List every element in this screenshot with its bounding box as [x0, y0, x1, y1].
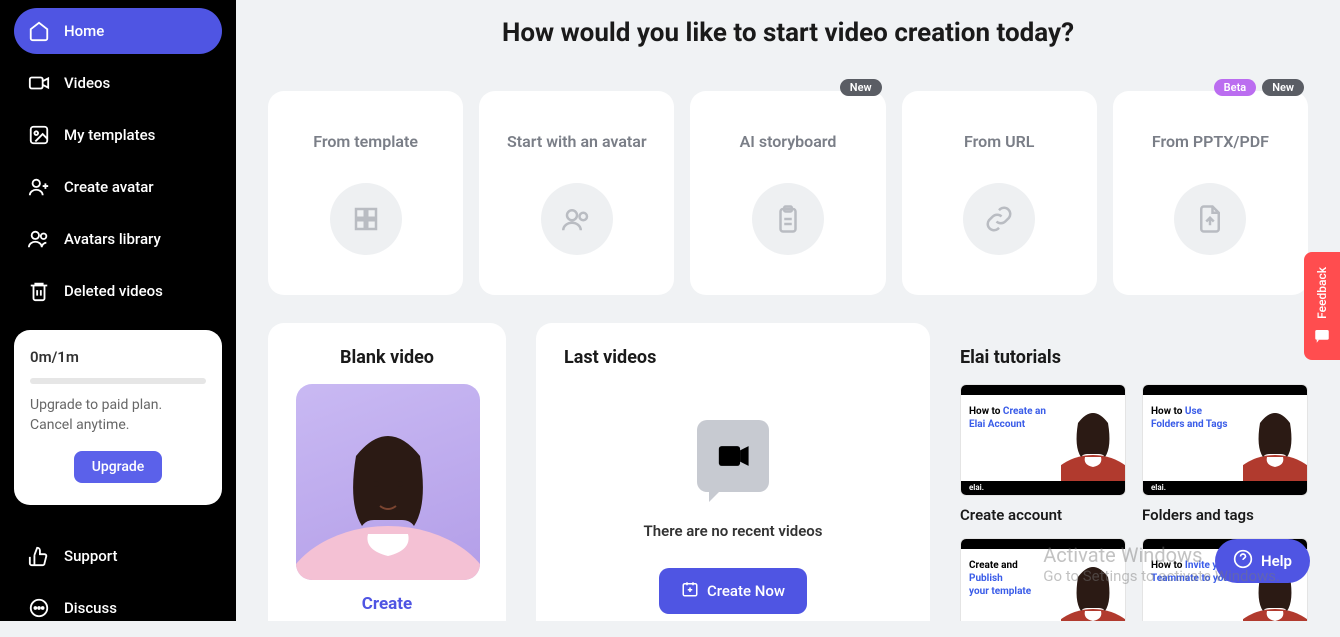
- nav-label: Create avatar: [64, 178, 154, 196]
- tutorial-thumbnail: How to Create anElai Account elai.: [960, 384, 1126, 496]
- usage-card: 0m/1m Upgrade to paid plan. Cancel anyti…: [14, 330, 222, 505]
- create-option-grid[interactable]: From template: [268, 91, 463, 295]
- blank-create-link[interactable]: Create: [296, 594, 478, 614]
- blank-video-panel: Blank video Create: [268, 323, 506, 621]
- blank-video-title: Blank video: [296, 347, 478, 368]
- help-icon: [1233, 549, 1253, 573]
- create-option-title: From PPTX/PDF: [1125, 119, 1296, 163]
- chat-icon: [28, 597, 50, 619]
- nav-label: Avatars library: [64, 230, 161, 248]
- nav-templates[interactable]: My templates: [14, 112, 222, 158]
- last-videos-panel: Last videos There are no recent videos C…: [536, 323, 930, 621]
- avatar-icon: [541, 183, 613, 255]
- feedback-icon: [1313, 327, 1331, 345]
- tutorial-thumbnail: Create and Publishyour template elai.: [960, 538, 1126, 621]
- file-icon: [1174, 183, 1246, 255]
- nav-chat[interactable]: Discuss: [14, 585, 222, 631]
- badge-new: New: [840, 79, 882, 96]
- nav-label: My templates: [64, 126, 155, 144]
- tutorial-1[interactable]: How to UseFolders and Tags elai. Folders…: [1142, 384, 1308, 524]
- main-content: How would you like to start video creati…: [236, 0, 1340, 621]
- create-option-title: Start with an avatar: [491, 119, 662, 163]
- page-headline: How would you like to start video creati…: [488, 16, 1088, 51]
- tutorial-label: Folders and tags: [1142, 506, 1308, 524]
- trash-icon: [28, 280, 50, 302]
- help-button[interactable]: Help: [1215, 539, 1310, 583]
- usage-description: Upgrade to paid plan. Cancel anytime.: [30, 396, 206, 435]
- create-option-avatar[interactable]: Start with an avatar: [479, 91, 674, 295]
- avatar-preview: [296, 384, 480, 580]
- nav-user-plus[interactable]: Create avatar: [14, 164, 222, 210]
- nav-home[interactable]: Home: [14, 8, 222, 54]
- create-option-title: From template: [280, 119, 451, 163]
- nav-thumb[interactable]: Support: [14, 533, 222, 579]
- feedback-tab[interactable]: Feedback: [1304, 252, 1340, 360]
- create-now-button[interactable]: Create Now: [659, 568, 807, 614]
- usage-progress-bar: [30, 378, 206, 384]
- sidebar: Home Videos My templates Create avatar A…: [0, 0, 236, 621]
- add-video-icon: [681, 580, 699, 602]
- badge-beta: Beta: [1214, 79, 1257, 96]
- nav-video[interactable]: Videos: [14, 60, 222, 106]
- tutorial-0[interactable]: How to Create anElai Account elai. Creat…: [960, 384, 1126, 524]
- users-icon: [28, 228, 50, 250]
- upgrade-button[interactable]: Upgrade: [74, 451, 163, 483]
- nav-label: Support: [64, 547, 117, 565]
- create-option-file[interactable]: BetaNew From PPTX/PDF: [1113, 91, 1308, 295]
- clipboard-icon: [752, 183, 824, 255]
- tutorials-title: Elai tutorials: [960, 347, 1308, 368]
- thumb-icon: [28, 545, 50, 567]
- nav-trash[interactable]: Deleted videos: [14, 268, 222, 314]
- templates-icon: [28, 124, 50, 146]
- nav-label: Discuss: [64, 599, 117, 617]
- grid-icon: [330, 183, 402, 255]
- create-option-clipboard[interactable]: New AI storyboard: [690, 91, 885, 295]
- tutorial-thumbnail: How to UseFolders and Tags elai.: [1142, 384, 1308, 496]
- empty-state-text: There are no recent videos: [644, 522, 823, 540]
- nav-label: Home: [64, 22, 104, 40]
- create-options-row: From template Start with an avatar New A…: [268, 91, 1308, 295]
- home-icon: [28, 20, 50, 42]
- video-icon: [28, 72, 50, 94]
- last-videos-title: Last videos: [564, 347, 656, 368]
- user-plus-icon: [28, 176, 50, 198]
- usage-minutes: 0m/1m: [30, 348, 206, 366]
- nav-label: Deleted videos: [64, 282, 163, 300]
- create-option-title: From URL: [914, 119, 1085, 163]
- create-option-title: AI storyboard: [702, 119, 873, 163]
- nav-label: Videos: [64, 74, 110, 92]
- link-icon: [963, 183, 1035, 255]
- tutorial-2[interactable]: Create and Publishyour template elai.: [960, 538, 1126, 621]
- tutorial-label: Create account: [960, 506, 1126, 524]
- empty-state-icon: [697, 420, 769, 492]
- badge-new: New: [1262, 79, 1304, 96]
- nav-users[interactable]: Avatars library: [14, 216, 222, 262]
- create-option-link[interactable]: From URL: [902, 91, 1097, 295]
